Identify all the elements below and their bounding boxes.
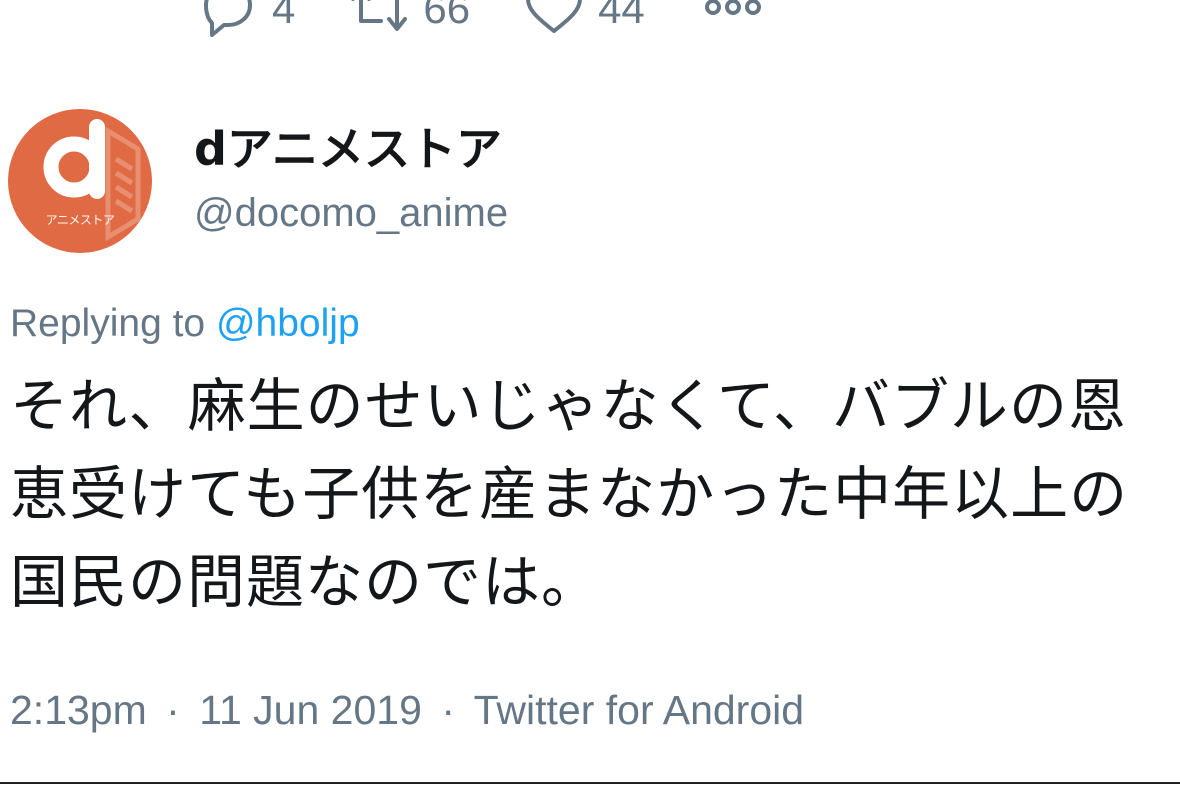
more-options-icon[interactable] bbox=[701, 0, 765, 23]
like-count: 44 bbox=[598, 0, 645, 32]
author-handle[interactable]: @docomo_anime bbox=[194, 189, 508, 237]
heart-icon bbox=[522, 0, 586, 37]
like-button[interactable]: 44 bbox=[522, 0, 645, 37]
retweet-button[interactable]: 66 bbox=[347, 0, 470, 37]
tweet-time[interactable]: 2:13pm bbox=[10, 687, 147, 733]
tweet-source[interactable]: Twitter for Android bbox=[474, 687, 804, 733]
retweet-icon bbox=[347, 0, 411, 37]
author-display-name[interactable]: dアニメストア bbox=[194, 121, 508, 177]
reply-button[interactable]: 4 bbox=[196, 0, 295, 37]
reply-context: Replying to @hboljp bbox=[10, 300, 360, 348]
tweet-author: アニメストア dアニメストア @docomo_anime bbox=[8, 109, 508, 253]
retweet-count: 66 bbox=[423, 0, 471, 32]
reply-count: 4 bbox=[272, 0, 296, 32]
tweet-meta: 2:13pm · 11 Jun 2019 · Twitter for Andro… bbox=[10, 684, 804, 736]
avatar[interactable]: アニメストア bbox=[8, 109, 152, 253]
reply-mention-link[interactable]: @hboljp bbox=[216, 302, 360, 345]
tweet-action-bar: 4 66 44 bbox=[196, 0, 765, 40]
tweet-text: それ、麻生のせいじゃなくて、バブルの恩恵受けても子供を産まなかった中年以上の国民… bbox=[10, 372, 1129, 616]
divider bbox=[0, 782, 1180, 784]
tweet-date[interactable]: 11 Jun 2019 bbox=[199, 687, 422, 733]
meta-separator: · bbox=[166, 687, 180, 733]
author-names: dアニメストア @docomo_anime bbox=[194, 121, 508, 237]
meta-separator: · bbox=[441, 687, 455, 733]
d-anime-store-logo bbox=[43, 119, 141, 242]
avatar-brand-text: アニメストア bbox=[45, 213, 115, 227]
reply-icon bbox=[196, 0, 260, 37]
reply-prefix: Replying to bbox=[10, 302, 216, 345]
